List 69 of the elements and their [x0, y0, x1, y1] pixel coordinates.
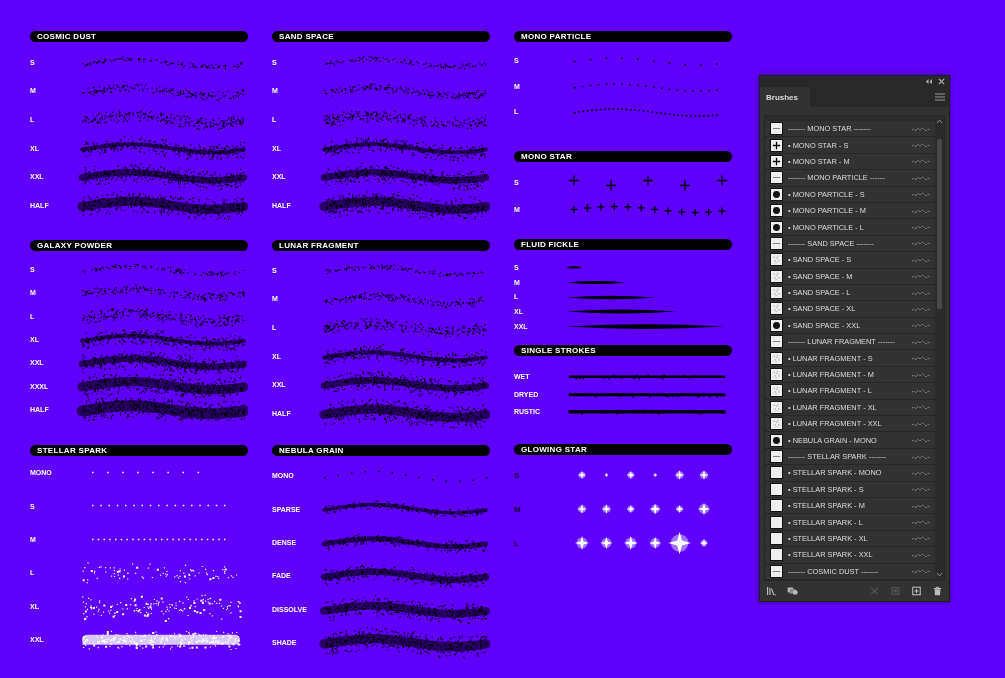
section-title: LUNAR FRAGMENT: [272, 240, 490, 251]
speckle-thumbnail-icon: [770, 269, 783, 283]
stack-icon[interactable]: [787, 586, 798, 596]
blank-thumbnail-icon: [770, 531, 783, 545]
brush-stroke: [566, 280, 627, 284]
section-title: FLUID FICKLE: [514, 239, 732, 250]
plus-thumbnail-icon: [770, 138, 783, 152]
stroke-preview-icon: [911, 355, 931, 362]
separator-thumbnail-icon: [770, 335, 783, 349]
dot-thumbnail-icon: [770, 318, 783, 332]
blank-thumbnail-icon: [770, 482, 783, 496]
libraries-icon[interactable]: [766, 586, 777, 596]
section-title: SAND SPACE: [272, 31, 490, 42]
stroke-preview-icon: [911, 404, 931, 411]
size-label: S: [514, 470, 521, 480]
blank-thumbnail-icon: [770, 466, 783, 480]
section-title: COSMIC DUST: [30, 31, 248, 42]
new-brush-icon[interactable]: [911, 586, 922, 596]
section-title: MONO PARTICLE: [514, 31, 732, 42]
scroll-thumb[interactable]: [937, 139, 942, 309]
speckle-thumbnail-icon: [770, 351, 783, 365]
speckle-thumbnail-icon: [770, 368, 783, 382]
stroke-preview-icon: [911, 486, 931, 493]
stroke-preview-icon: [911, 240, 931, 247]
stroke-preview-icon: [911, 142, 931, 149]
dot-thumbnail-icon: [770, 204, 783, 218]
speckle-thumbnail-icon: [770, 302, 783, 316]
menu-icon[interactable]: [935, 93, 945, 101]
scroll-up-icon[interactable]: [936, 119, 943, 124]
trash-icon[interactable]: [932, 586, 943, 596]
stroke-preview-icon: [911, 273, 931, 280]
blank-thumbnail-icon: [770, 499, 783, 513]
plus-thumbnail-icon: [770, 154, 783, 168]
dot-thumbnail-icon: [770, 220, 783, 234]
section-title: GLOWING STAR: [514, 444, 732, 455]
stroke-preview-icon: [911, 224, 931, 231]
separator-thumbnail-icon: [770, 122, 783, 136]
stroke-preview-icon: [911, 437, 931, 444]
separator-thumbnail-icon: [770, 450, 783, 463]
size-label: M: [514, 504, 522, 514]
speckle-thumbnail-icon: [770, 253, 783, 267]
blank-thumbnail-icon: [770, 548, 783, 562]
speckle-thumbnail-icon: [770, 400, 783, 414]
dot-thumbnail-icon: [770, 433, 783, 447]
speckle-thumbnail-icon: [770, 384, 783, 398]
brushes-tab[interactable]: Brushes: [760, 87, 810, 107]
section-title: STELLAR SPARK: [30, 445, 248, 456]
size-label: L: [514, 538, 520, 548]
section-title: MONO STAR: [514, 151, 732, 162]
speckle-thumbnail-icon: [770, 286, 783, 300]
section-title: NEBULA GRAIN: [272, 445, 490, 456]
stroke-preview-icon: [911, 322, 931, 329]
section-title: GALAXY POWDER: [30, 240, 248, 251]
stroke-preview-icon: [911, 158, 931, 165]
stroke-preview-icon: [911, 306, 931, 312]
stroke-preview-icon: [911, 519, 931, 526]
separator-thumbnail-icon: [770, 564, 783, 578]
brush-stroke: [566, 266, 582, 269]
stroke-preview-icon: [911, 535, 931, 542]
separator-thumbnail-icon: [770, 171, 783, 185]
stroke-preview-icon: [911, 191, 931, 198]
scroll-down-icon[interactable]: [936, 572, 943, 577]
section-title: SINGLE STROKES: [514, 345, 732, 356]
close-icon[interactable]: [938, 78, 945, 85]
dot-thumbnail-icon: [770, 187, 783, 201]
collapse-icon[interactable]: [925, 78, 932, 85]
speckle-thumbnail-icon: [770, 417, 783, 431]
blank-thumbnail-icon: [770, 515, 783, 529]
stroke-preview-icon: [911, 568, 931, 575]
